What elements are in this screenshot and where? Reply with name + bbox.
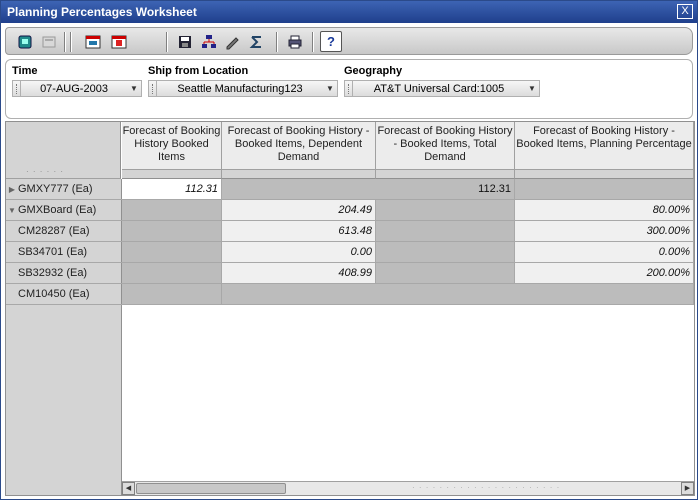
row-header[interactable]: ▶ GMXY777 (Ea) [6,179,122,200]
help-icon: ? [327,34,335,49]
table-cell[interactable] [122,284,222,305]
window-title: Planning Percentages Worksheet [7,5,197,19]
ship-from-value: Seattle Manufacturing123 [177,82,303,95]
scroll-left-icon[interactable]: ◀ [122,482,135,495]
table-cell[interactable] [122,263,222,284]
scroll-right-icon[interactable]: ▶ [681,482,694,495]
table-cell[interactable] [515,179,694,200]
geography-label: Geography [344,65,403,77]
table-cell[interactable] [222,284,694,305]
collapse-icon[interactable]: ▼ [6,201,18,221]
chevron-down-icon: ▼ [326,84,334,93]
table-cell[interactable]: 112.31 [122,179,222,200]
chevron-down-icon: ▼ [528,84,536,93]
table-cell[interactable]: 200.00% [515,263,694,284]
table-cell[interactable]: 613.48 [222,221,376,242]
column-header[interactable]: Forecast of Booking History - Booked Ite… [222,122,376,170]
table-cell[interactable] [122,200,222,221]
table-cell[interactable] [376,221,515,242]
table-cell[interactable]: 112.31 [222,179,515,200]
drag-handle[interactable] [149,81,157,96]
ship-from-dropdown[interactable]: Seattle Manufacturing123 ▼ [148,80,338,97]
table-cell[interactable]: 0.00 [222,242,376,263]
row-header[interactable]: CM10450 (Ea) [6,284,122,305]
expand-icon[interactable]: ▶ [6,180,18,200]
ship-from-label: Ship from Location [148,65,249,77]
table-cell[interactable] [376,200,515,221]
help-button[interactable]: ? [320,31,342,52]
grid-corner: · · · · · · [6,122,121,179]
worksheet-grid: · · · · · · Forecast of Booking History … [5,121,695,496]
table-cell[interactable] [376,263,515,284]
column-header[interactable]: Forecast of Booking History Booked Items [122,122,222,170]
row-header[interactable]: SB32932 (Ea) [6,263,122,284]
sum-icon[interactable] [246,31,268,52]
table-cell[interactable]: 80.00% [515,200,694,221]
table-cell[interactable] [376,242,515,263]
row-header[interactable]: CM28287 (Ea) [6,221,122,242]
calendar-red-icon[interactable] [108,31,130,52]
scroll-thumb[interactable] [136,483,286,494]
document-icon[interactable] [38,31,60,52]
table-cell[interactable]: 300.00% [515,221,694,242]
open-icon[interactable] [14,31,36,52]
horizontal-scrollbar[interactable]: ◀ · · · · · · · · · · · · · · · · · · · … [122,481,694,495]
title-bar: Planning Percentages Worksheet X [1,1,697,23]
calendar-icon[interactable] [82,31,104,52]
table-cell[interactable] [122,221,222,242]
row-header[interactable]: ▼ GMXBoard (Ea) [6,200,122,221]
time-label: Time [12,65,38,77]
geography-dropdown[interactable]: AT&T Universal Card:1005 ▼ [344,80,540,97]
column-header[interactable]: Forecast of Booking History - Booked Ite… [515,122,694,170]
close-button[interactable]: X [677,4,693,19]
time-dropdown[interactable]: 07-AUG-2003 ▼ [12,80,142,97]
table-cell[interactable]: 408.99 [222,263,376,284]
toolbar: ? [5,27,693,55]
print-icon[interactable] [284,31,306,52]
geography-value: AT&T Universal Card:1005 [373,82,505,95]
drag-handle[interactable] [345,81,353,96]
hierarchy-icon[interactable] [198,31,220,52]
filter-panel: Time 07-AUG-2003 ▼ Ship from Location Se… [5,59,693,119]
drag-handle[interactable] [13,81,21,96]
table-cell[interactable]: 204.49 [222,200,376,221]
worksheet-window: Planning Percentages Worksheet X ? Time … [0,0,698,500]
table-cell[interactable]: 0.00% [515,242,694,263]
row-header[interactable]: SB34701 (Ea) [6,242,122,263]
pencil-icon[interactable] [222,31,244,52]
save-icon[interactable] [174,31,196,52]
chevron-down-icon: ▼ [130,84,138,93]
column-header[interactable]: Forecast of Booking History - Booked Ite… [376,122,515,170]
table-cell[interactable] [122,242,222,263]
time-value: 07-AUG-2003 [40,82,108,95]
